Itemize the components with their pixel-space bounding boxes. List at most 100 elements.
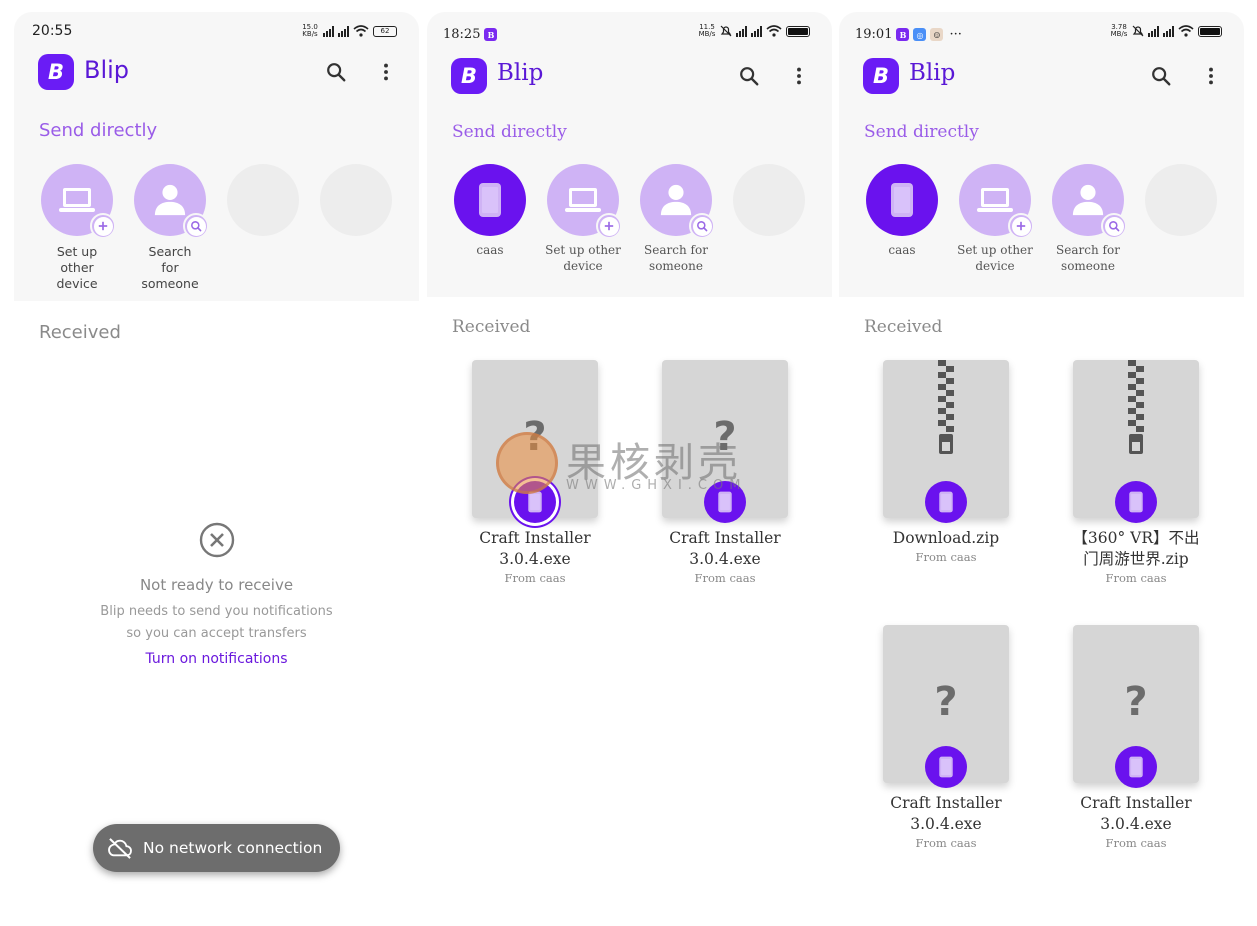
search-button[interactable] — [1147, 62, 1175, 90]
signal-icon — [338, 25, 349, 37]
received-title: Received — [452, 317, 531, 337]
signal-icon — [323, 25, 334, 37]
wifi-icon — [353, 25, 369, 37]
search-icon — [325, 61, 347, 83]
device-label: Set up other device — [545, 243, 621, 273]
screen-1: 20:55 15.0 KB/s 62 B Blip Send directly … — [14, 12, 419, 926]
status-time: 19:01 B ◎ ☺ ··· — [855, 27, 962, 42]
search-icon — [1107, 219, 1121, 233]
blip-logo-icon: B — [451, 58, 487, 94]
send-directly-title: Send directly — [39, 120, 158, 141]
search-someone-button[interactable]: Search for someone — [633, 164, 719, 274]
device-caas-button[interactable]: caas — [859, 164, 945, 258]
empty-device-slot — [220, 164, 306, 236]
file-name: Craft Installer 3.0.4.exe — [890, 794, 1002, 833]
plus-icon — [96, 219, 110, 233]
phone-icon — [717, 491, 733, 513]
zip-file-icon — [938, 360, 954, 455]
file-name: Download.zip — [892, 529, 1000, 547]
status-time: 20:55 — [32, 23, 73, 39]
empty-device-slot — [313, 164, 399, 236]
blip-notification-icon: B — [896, 28, 910, 41]
wifi-icon — [1178, 25, 1194, 37]
blip-logo-icon: B — [38, 54, 74, 90]
phone-icon — [890, 182, 914, 218]
device-label: Search for someone — [141, 244, 199, 291]
file-thumbnail: ? — [883, 625, 1009, 788]
avatar-notification-icon: ☺ — [930, 28, 944, 41]
status-bar: 18:25 B 11.5 MB/s — [427, 12, 832, 48]
plus-icon — [1014, 219, 1028, 233]
person-icon — [1069, 183, 1107, 217]
signal-icon — [736, 25, 747, 37]
unknown-file-icon: ? — [934, 679, 958, 725]
header-panel: 18:25 B 11.5 MB/s B Blip Send directly ca… — [427, 12, 832, 297]
unknown-file-icon: ? — [713, 414, 737, 460]
device-label: caas — [888, 243, 916, 257]
device-label: caas — [476, 243, 504, 257]
empty-title: Not ready to receive — [139, 576, 294, 594]
received-title: Received — [864, 317, 943, 337]
search-someone-button[interactable]: Search for someone — [1045, 164, 1131, 274]
more-vertical-icon — [788, 65, 810, 87]
search-button[interactable] — [322, 58, 350, 86]
send-directly-title: Send directly — [452, 122, 567, 142]
phone-icon — [478, 182, 502, 218]
more-options-button[interactable] — [785, 62, 813, 90]
search-button[interactable] — [735, 62, 763, 90]
search-someone-button[interactable]: Search for someone — [127, 164, 213, 292]
received-file-card[interactable]: ? Craft Installer 3.0.4.exe From caas — [635, 360, 815, 585]
more-vertical-icon — [1200, 65, 1222, 87]
network-speed: 3.78 MB/s — [1110, 23, 1128, 38]
phone-icon — [527, 491, 543, 513]
device-label: Set up other device — [957, 243, 1033, 273]
sender-device-badge — [925, 481, 967, 523]
setup-device-button[interactable]: Set up other device — [540, 164, 626, 274]
app-bar: B Blip — [14, 52, 419, 92]
phone-icon — [1128, 756, 1144, 778]
device-label: Search for someone — [1056, 243, 1120, 273]
phone-icon — [938, 491, 954, 513]
file-sender: From caas — [694, 571, 756, 585]
status-time: 18:25 B — [443, 27, 498, 42]
more-options-button[interactable] — [1197, 62, 1225, 90]
laptop-icon — [975, 185, 1015, 215]
device-caas-button[interactable]: caas — [447, 164, 533, 258]
file-thumbnail — [883, 360, 1009, 523]
file-sender: From caas — [915, 836, 977, 850]
received-file-card[interactable]: ? Craft Installer 3.0.4.exe From caas — [856, 625, 1036, 850]
status-bar: 20:55 15.0 KB/s 62 — [14, 12, 419, 48]
status-icons: 11.5 MB/s — [698, 24, 810, 38]
mute-icon — [1132, 25, 1144, 37]
app-bar: B Blip — [839, 52, 1244, 94]
battery-icon — [1198, 25, 1222, 37]
file-sender: From caas — [915, 550, 977, 564]
turn-on-notifications-link[interactable]: Turn on notifications — [14, 651, 419, 667]
sender-device-badge — [925, 746, 967, 788]
cloud-off-icon — [107, 837, 133, 859]
empty-description: Blip needs to send you notifications so … — [100, 604, 333, 641]
search-icon — [1150, 65, 1172, 87]
more-vertical-icon — [375, 61, 397, 83]
received-file-card[interactable]: 【360° VR】不出 门周游世界.zip From caas — [1046, 360, 1226, 585]
file-thumbnail — [1073, 360, 1199, 523]
signal-icon — [751, 25, 762, 37]
search-icon — [189, 219, 203, 233]
setup-device-button[interactable]: Set up other device — [952, 164, 1038, 274]
unknown-file-icon: ? — [1124, 679, 1148, 725]
file-thumbnail: ? — [1073, 625, 1199, 788]
status-bar: 19:01 B ◎ ☺ ··· 3.78 MB/s — [839, 12, 1244, 48]
received-file-card[interactable]: ? Craft Installer 3.0.4.exe From caas — [445, 360, 625, 585]
received-file-card[interactable]: ? Craft Installer 3.0.4.exe From caas — [1046, 625, 1226, 850]
setup-device-button[interactable]: Set up other device — [34, 164, 120, 292]
app-notification-icon: ◎ — [913, 28, 927, 41]
header-panel: 19:01 B ◎ ☺ ··· 3.78 MB/s B Blip Send direct… — [839, 12, 1244, 297]
sender-device-badge — [1115, 746, 1157, 788]
device-label: Search for someone — [644, 243, 708, 273]
person-icon — [657, 183, 695, 217]
battery-icon — [786, 25, 810, 37]
more-options-button[interactable] — [372, 58, 400, 86]
network-speed: 15.0 KB/s — [302, 23, 318, 38]
received-file-card[interactable]: Download.zip From caas — [856, 360, 1036, 564]
more-notifications-icon: ··· — [949, 27, 962, 42]
